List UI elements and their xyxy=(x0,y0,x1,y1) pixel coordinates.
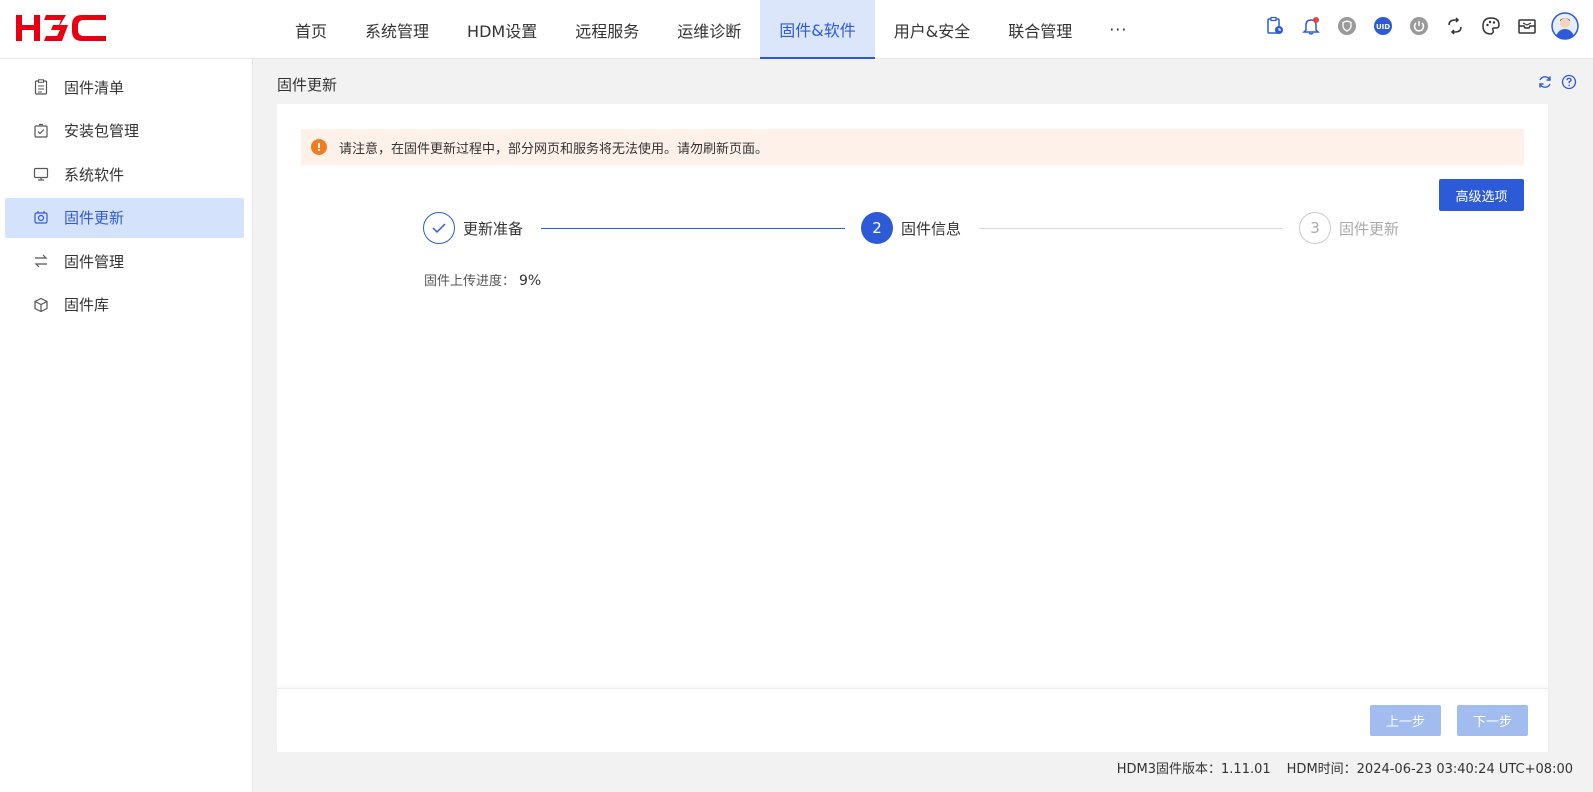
next-step-button[interactable]: 下一步 xyxy=(1457,705,1528,736)
nav-more[interactable]: ··· xyxy=(1091,0,1145,59)
sidebar-item-label: 系统软件 xyxy=(64,165,125,184)
step-indicator: 更新准备 2 固件信息 3 固件更新 xyxy=(423,212,1413,244)
sidebar-item-system-software[interactable]: 系统软件 xyxy=(5,154,244,194)
step-prepare: 更新准备 xyxy=(423,212,523,244)
step-label: 固件更新 xyxy=(1339,219,1400,238)
firmware-version: HDM3固件版本：1.11.01 xyxy=(1116,762,1271,777)
warning-icon: ! xyxy=(311,139,327,155)
sidebar-item-firmware-management[interactable]: 固件管理 xyxy=(5,241,244,281)
step-label: 更新准备 xyxy=(463,219,524,238)
nav-remote-services[interactable]: 远程服务 xyxy=(556,0,658,59)
hdm-time: HDM时间：2024-06-23 03:40:24 UTC+08:00 xyxy=(1286,762,1573,777)
sidebar-item-label: 固件库 xyxy=(64,296,110,314)
step-firmware-info: 2 固件信息 xyxy=(861,212,961,244)
header-tools: UID xyxy=(1263,12,1579,40)
clipboard-clock-icon[interactable] xyxy=(1263,14,1287,38)
warning-notice: ! 请注意，在固件更新过程中，部分网页和服务将无法使用。请勿刷新页面。 xyxy=(301,129,1524,165)
bell-icon[interactable] xyxy=(1299,14,1323,38)
previous-step-button[interactable]: 上一步 xyxy=(1370,705,1441,736)
nav-firmware-software[interactable]: 固件&软件 xyxy=(760,0,875,59)
svg-text:UID: UID xyxy=(1376,23,1390,31)
nav-maintenance-diagnosis[interactable]: 运维诊断 xyxy=(658,0,760,59)
monitor-icon xyxy=(33,166,49,182)
panel-footer: 上一步 下一步 xyxy=(277,688,1548,752)
sidebar-item-label: 固件管理 xyxy=(64,252,125,271)
h3c-logo[interactable] xyxy=(16,13,108,43)
refresh-icon[interactable] xyxy=(1537,74,1553,90)
nav-users-security[interactable]: 用户&安全 xyxy=(875,0,989,59)
step-label: 固件信息 xyxy=(901,219,962,238)
firmware-update-panel: ! 请注意，在固件更新过程中，部分网页和服务将无法使用。请勿刷新页面。 高级选项… xyxy=(277,104,1548,752)
mailbox-icon[interactable] xyxy=(1515,14,1539,38)
main-nav: 首页 系统管理 HDM设置 远程服务 运维诊断 固件&软件 用户&安全 联合管理… xyxy=(276,0,1145,59)
sidebar-item-label: 固件清单 xyxy=(64,78,125,97)
step-connector-2 xyxy=(979,228,1283,229)
step-connector-1 xyxy=(541,228,845,229)
step-firmware-update: 3 固件更新 xyxy=(1299,212,1399,244)
uid-icon[interactable]: UID xyxy=(1371,14,1395,38)
nav-system-management[interactable]: 系统管理 xyxy=(346,0,448,59)
step-number: 2 xyxy=(861,212,893,244)
advanced-options-button[interactable]: 高级选项 xyxy=(1439,179,1524,211)
progress-label: 固件上传进度： xyxy=(424,274,516,289)
help-icon[interactable] xyxy=(1561,74,1577,90)
sidebar-item-package-management[interactable]: 安装包管理 xyxy=(5,111,244,151)
nav-hdm-settings[interactable]: HDM设置 xyxy=(448,0,556,59)
user-avatar-icon[interactable] xyxy=(1551,12,1579,40)
progress-value: 9% xyxy=(519,273,542,289)
notice-text: 请注意，在固件更新过程中，部分网页和服务将无法使用。请勿刷新页面。 xyxy=(339,141,769,157)
nav-federated-management[interactable]: 联合管理 xyxy=(989,0,1091,59)
sidebar-item-firmware-library[interactable]: 固件库 xyxy=(5,285,244,325)
swap-icon xyxy=(33,253,49,269)
firmware-chip-icon xyxy=(33,210,49,226)
power-icon[interactable] xyxy=(1407,14,1431,38)
sidebar-item-label: 固件更新 xyxy=(64,209,125,227)
refresh-arrows-icon[interactable] xyxy=(1443,14,1467,38)
sidebar-item-label: 安装包管理 xyxy=(64,122,140,140)
sidebar: 固件清单 安装包管理 系统软件 固件更新 固件管理 固件库 xyxy=(0,59,253,792)
status-bar: HDM3固件版本：1.11.01 HDM时间：2024-06-23 03:40:… xyxy=(1117,758,1573,777)
page-header-actions xyxy=(1537,74,1577,90)
check-icon xyxy=(423,212,455,244)
package-icon xyxy=(33,123,49,139)
upload-progress: 固件上传进度： 9% xyxy=(424,270,541,289)
sidebar-item-firmware-inventory[interactable]: 固件清单 xyxy=(5,67,244,107)
sidebar-item-firmware-update[interactable]: 固件更新 xyxy=(5,197,244,238)
shield-icon[interactable] xyxy=(1335,14,1359,38)
top-header: 首页 系统管理 HDM设置 远程服务 运维诊断 固件&软件 用户&安全 联合管理… xyxy=(0,0,1593,59)
cube-icon xyxy=(33,297,49,313)
page-title: 固件更新 xyxy=(277,76,338,94)
clipboard-list-icon xyxy=(33,79,49,95)
palette-icon[interactable] xyxy=(1479,14,1503,38)
nav-home[interactable]: 首页 xyxy=(276,0,346,59)
step-number: 3 xyxy=(1299,212,1331,244)
